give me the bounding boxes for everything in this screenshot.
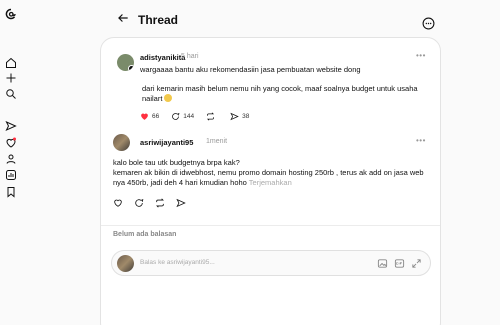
follow-badge-icon[interactable] xyxy=(128,65,134,71)
image-icon[interactable] xyxy=(377,258,388,269)
no-replies-label: Belum ada balasan xyxy=(113,231,177,238)
thread-header: Thread xyxy=(100,0,440,40)
avatar[interactable] xyxy=(117,54,134,71)
share-icon xyxy=(230,112,239,120)
comment-icon xyxy=(172,112,180,120)
activity-heart-icon[interactable] xyxy=(4,136,18,150)
threads-logo-icon[interactable] xyxy=(4,7,18,21)
heart-filled-icon xyxy=(141,113,148,120)
reply-input-placeholder[interactable]: Balas ke asriwijayanti95... xyxy=(140,259,215,266)
comment-icon[interactable] xyxy=(134,198,144,208)
saved-bookmark-icon[interactable] xyxy=(4,185,18,199)
like-button[interactable]: 66 xyxy=(140,112,159,121)
reply-box[interactable]: Balas ke asriwijayanti95... xyxy=(111,250,431,276)
heart-icon[interactable] xyxy=(113,198,123,208)
reply-more-icon[interactable]: ••• xyxy=(416,136,426,145)
profile-icon[interactable] xyxy=(4,152,18,166)
post-text: wargaaaa bantu aku rekomendasiin jasa pe… xyxy=(140,65,361,74)
post-username[interactable]: adistyanikita xyxy=(140,53,185,62)
send-icon[interactable] xyxy=(4,119,18,133)
post-actions: 66 144 38 xyxy=(140,111,261,121)
reply-box-tools xyxy=(371,258,422,269)
emoji-icon xyxy=(164,94,173,102)
reply-time: 1menit xyxy=(206,138,228,145)
original-post: adistyanikita 5 hari ••• wargaaaa bantu … xyxy=(101,38,440,128)
repost-icon[interactable] xyxy=(155,198,165,208)
divider xyxy=(101,225,440,226)
comment-button[interactable]: 144 xyxy=(171,112,194,121)
insights-icon[interactable] xyxy=(4,168,18,182)
page-title: Thread xyxy=(138,13,179,27)
avatar[interactable] xyxy=(113,134,130,151)
post-time: 5 hari xyxy=(181,53,199,60)
like-count: 66 xyxy=(152,112,160,120)
share-count: 38 xyxy=(242,112,250,120)
reply-username[interactable]: asriwijayanti95 xyxy=(140,138,193,147)
post-more-icon[interactable]: ••• xyxy=(416,51,426,60)
more-options-icon[interactable] xyxy=(422,17,435,30)
new-thread-icon[interactable] xyxy=(4,71,18,85)
search-icon[interactable] xyxy=(4,87,18,101)
back-arrow-icon[interactable] xyxy=(116,11,130,25)
home-icon[interactable] xyxy=(4,56,18,70)
gif-icon[interactable] xyxy=(394,258,405,269)
share-button[interactable]: 38 xyxy=(230,112,249,121)
thread-card: adistyanikita 5 hari ••• wargaaaa bantu … xyxy=(100,37,441,325)
reply-post: asriwijayanti95 1menit ••• kalo bole tau… xyxy=(101,128,440,223)
repost-button[interactable] xyxy=(206,111,218,121)
post-quote-text: dari kemarin masih belum nemu nih yang c… xyxy=(142,84,418,103)
post-quote: dari kemarin masih belum nemu nih yang c… xyxy=(142,84,427,104)
comment-count: 144 xyxy=(183,112,195,120)
share-icon[interactable] xyxy=(176,198,186,208)
reply-actions xyxy=(113,198,197,208)
expand-icon[interactable] xyxy=(411,258,422,269)
repost-icon xyxy=(207,111,215,121)
translate-link[interactable]: Terjemahkan xyxy=(249,178,292,187)
reply-text-block: kalo bole tau utk budgetnya brpa kak? ke… xyxy=(113,158,431,188)
left-nav xyxy=(0,0,30,325)
avatar xyxy=(117,255,134,272)
